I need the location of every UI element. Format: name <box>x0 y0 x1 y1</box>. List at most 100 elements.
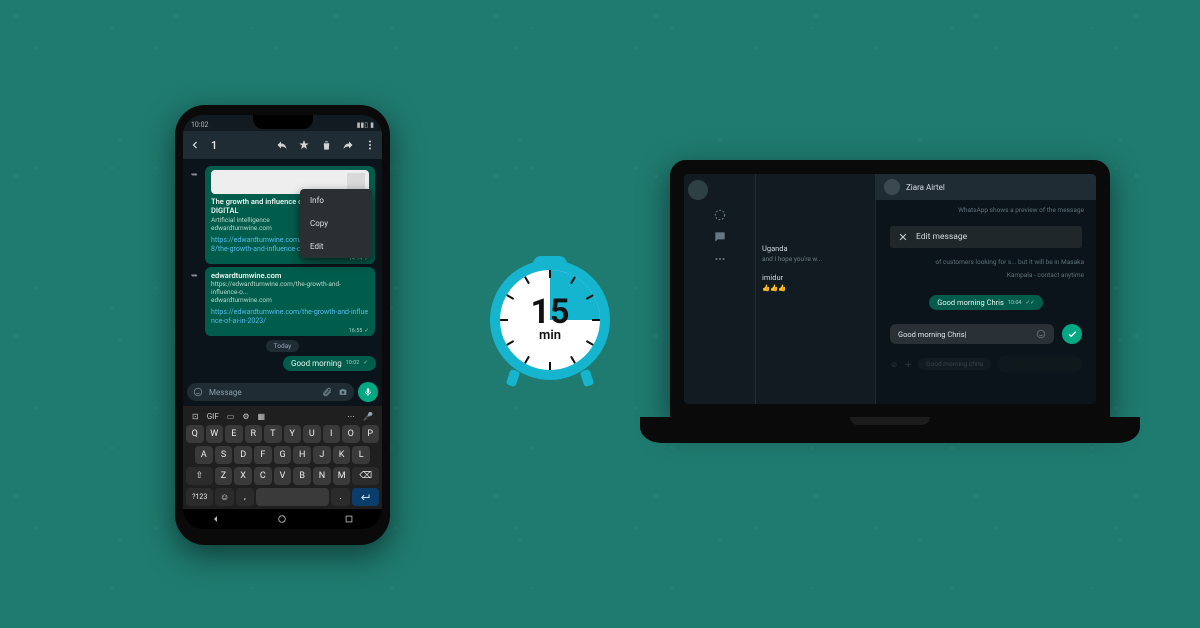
nav-home-icon[interactable] <box>275 512 289 526</box>
chat-body[interactable]: Info Copy Edit ➥ The growth and influenc… <box>183 159 382 378</box>
check-icon: ✓ <box>363 360 368 366</box>
menu-item-copy[interactable]: Copy <box>300 212 372 235</box>
key[interactable]: P <box>362 425 380 443</box>
mic-button[interactable] <box>358 382 378 402</box>
key[interactable]: A <box>195 446 213 464</box>
key[interactable]: V <box>274 467 292 485</box>
key[interactable]: M <box>333 467 351 485</box>
link-domain: edwardtumwine.com <box>211 296 369 304</box>
link-title: edwardtumwine.com <box>211 271 369 280</box>
message-bubble[interactable]: ➥ edwardtumwine.com https://edwardtumwin… <box>205 267 375 336</box>
nav-recent-icon[interactable] <box>342 512 356 526</box>
back-icon[interactable] <box>189 139 201 151</box>
key[interactable]: H <box>293 446 311 464</box>
clock-unit: min <box>539 328 561 343</box>
link-url[interactable]: https://edwardtumwine.com/the-growth-and… <box>211 308 369 326</box>
emoji-icon[interactable] <box>193 387 203 397</box>
chat-list[interactable]: Uganda and I hope you're w... imidur 👍👍👍 <box>756 174 876 404</box>
chat-list-item[interactable]: imidur 👍👍👍 <box>762 273 869 292</box>
check-icon: ✓✓ <box>1026 300 1035 306</box>
key[interactable]: F <box>254 446 272 464</box>
key[interactable]: Z <box>215 467 233 485</box>
key[interactable]: N <box>313 467 331 485</box>
keyboard[interactable]: ⊡ GIF ▭ ⚙ ▦ ⋯ 🎤 Q W E R T Y U I O P <box>183 406 382 509</box>
key[interactable]: Q <box>186 425 204 443</box>
attach-icon[interactable] <box>322 387 332 397</box>
key[interactable]: B <box>293 467 311 485</box>
key-enter[interactable] <box>352 488 379 506</box>
reply-icon[interactable] <box>276 139 288 151</box>
key[interactable]: T <box>264 425 282 443</box>
dimmed-message: WhatsApp shows a preview of the message <box>882 206 1090 218</box>
menu-item-edit[interactable]: Edit <box>300 235 372 258</box>
key[interactable]: C <box>254 467 272 485</box>
avatar[interactable] <box>884 179 900 195</box>
clipboard-icon[interactable]: ▭ <box>227 412 235 421</box>
translate-icon[interactable]: ▦ <box>257 412 265 421</box>
keyboard-row: ?123 ☺ , . <box>186 488 379 506</box>
composer: Message <box>183 378 382 406</box>
message-bubble[interactable]: Good morning 10:02 ✓ <box>283 356 376 371</box>
avatar[interactable] <box>688 180 708 200</box>
key[interactable]: E <box>225 425 243 443</box>
chat-list-item[interactable]: Uganda and I hope you're w... <box>762 244 869 263</box>
key-emoji[interactable]: ☺ <box>215 488 233 506</box>
confirm-edit-button[interactable] <box>1062 324 1082 344</box>
key-backspace[interactable]: ⌫ <box>352 467 379 485</box>
camera-icon[interactable] <box>338 387 348 397</box>
emoji-icon[interactable] <box>1036 329 1046 339</box>
edit-input[interactable]: Good morning Chris| <box>890 324 1054 344</box>
chat-name: Uganda <box>762 244 869 253</box>
key-shift[interactable]: ⇧ <box>186 467 213 485</box>
edit-message-label: Edit message <box>916 232 967 242</box>
kb-more-icon[interactable]: ⋯ <box>347 412 355 421</box>
key[interactable]: I <box>323 425 341 443</box>
msg-time: 10:04 <box>1008 300 1022 306</box>
key[interactable]: G <box>274 446 292 464</box>
key-space[interactable] <box>256 488 329 506</box>
key[interactable]: W <box>206 425 224 443</box>
more-icon[interactable] <box>364 139 376 151</box>
nav-back-icon[interactable] <box>209 512 223 526</box>
star-icon[interactable] <box>298 139 310 151</box>
conversation-body[interactable]: WhatsApp shows a preview of the message … <box>876 200 1096 404</box>
key-numeric[interactable]: ?123 <box>186 488 213 506</box>
phone-notch <box>253 115 313 129</box>
dimmed-input <box>997 356 1082 372</box>
settings-icon[interactable]: ⚙ <box>242 412 249 421</box>
laptop-device: Uganda and I hope you're w... imidur 👍👍👍… <box>640 160 1140 443</box>
message-bubble[interactable]: Good morning Chris 10:04 ✓✓ <box>929 295 1043 310</box>
forward-icon[interactable] <box>342 139 354 151</box>
status-icon[interactable] <box>713 208 727 222</box>
kb-mic-icon[interactable]: 🎤 <box>363 412 373 421</box>
key[interactable]: L <box>352 446 370 464</box>
more-icon[interactable] <box>713 252 727 266</box>
key-comma[interactable]: , <box>236 488 254 506</box>
edit-message-bar: Edit message <box>890 226 1082 248</box>
sticker-icon[interactable]: ⊡ <box>192 412 199 421</box>
clock-face: 15 min <box>490 260 610 380</box>
key[interactable]: R <box>245 425 263 443</box>
key[interactable]: D <box>234 446 252 464</box>
laptop-base <box>640 417 1140 443</box>
chat-preview: and I hope you're w... <box>762 255 869 263</box>
close-icon[interactable] <box>898 232 908 242</box>
menu-item-info[interactable]: Info <box>300 189 372 212</box>
key-period[interactable]: . <box>331 488 349 506</box>
chat-icon[interactable] <box>713 230 727 244</box>
forwarded-icon: ➥ <box>191 271 198 281</box>
key[interactable]: S <box>215 446 233 464</box>
key[interactable]: U <box>303 425 321 443</box>
key[interactable]: O <box>342 425 360 443</box>
message-input[interactable]: Message <box>187 383 354 401</box>
check-icon: ✓ <box>364 328 369 335</box>
key[interactable]: J <box>313 446 331 464</box>
conversation-header[interactable]: Ziara Airtel <box>876 174 1096 200</box>
delete-icon[interactable] <box>320 139 332 151</box>
key[interactable]: K <box>333 446 351 464</box>
keyboard-row: Q W E R T Y U I O P <box>186 425 379 443</box>
key[interactable]: X <box>234 467 252 485</box>
gif-button[interactable]: GIF <box>207 412 219 421</box>
key[interactable]: Y <box>284 425 302 443</box>
android-navbar <box>183 509 382 529</box>
